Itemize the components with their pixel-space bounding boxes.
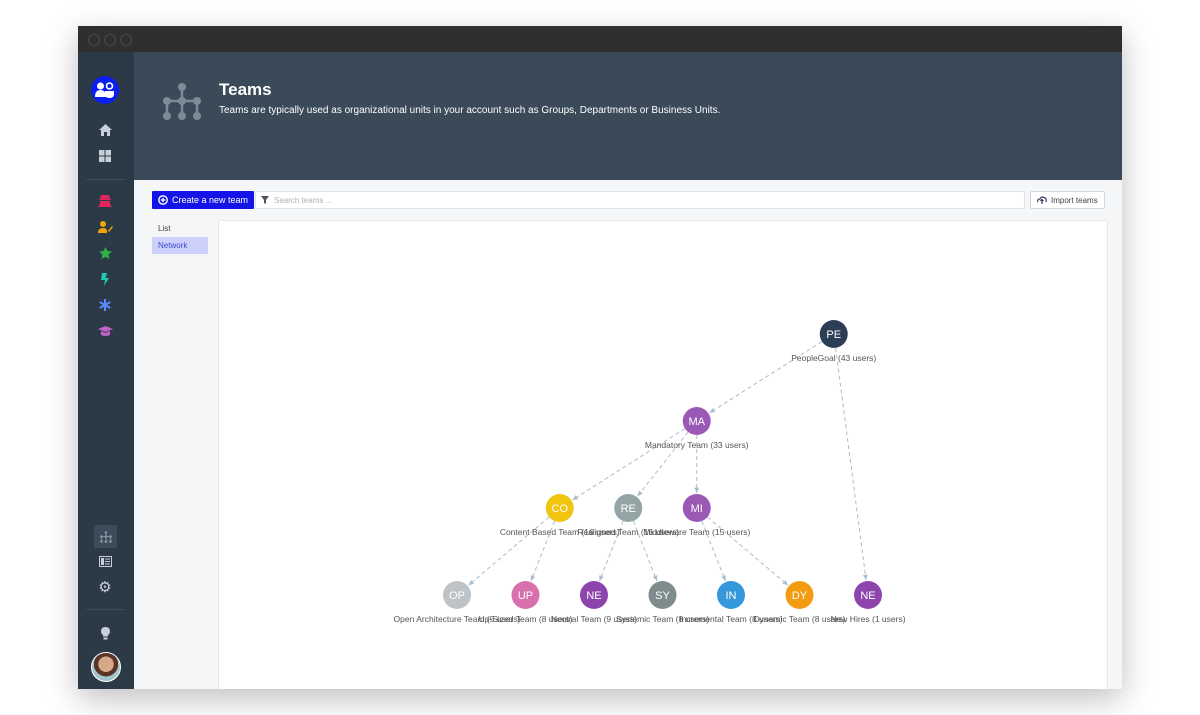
divider bbox=[86, 609, 126, 610]
close-window-button[interactable] bbox=[88, 34, 100, 46]
bolt-icon[interactable] bbox=[94, 268, 116, 290]
app-window: ⚙ Teams Teams are typically used as orga… bbox=[78, 26, 1122, 689]
team-node-label: New Hires (1 users) bbox=[830, 614, 905, 624]
team-node-ne2[interactable]: NE New Hires (1 users) bbox=[830, 581, 906, 624]
asterisk-icon[interactable] bbox=[94, 294, 116, 316]
main-content: Create a new team Search teams ... Impor… bbox=[134, 180, 1122, 689]
app-logo[interactable] bbox=[91, 76, 119, 104]
team-node-initials: MA bbox=[689, 416, 706, 428]
create-team-button[interactable]: Create a new team bbox=[152, 191, 255, 209]
team-node-initials: NE bbox=[586, 590, 601, 602]
divider bbox=[86, 179, 126, 180]
tab-list[interactable]: List bbox=[152, 220, 208, 237]
plus-circle-icon bbox=[158, 195, 168, 205]
search-placeholder: Search teams ... bbox=[274, 195, 333, 205]
filter-icon bbox=[261, 196, 269, 204]
minimize-window-button[interactable] bbox=[104, 34, 116, 46]
page-title: Teams bbox=[219, 80, 272, 99]
teams-org-icon bbox=[163, 83, 201, 120]
table-icon[interactable] bbox=[94, 550, 116, 572]
team-node-initials: NE bbox=[860, 590, 875, 602]
cloud-upload-icon bbox=[1037, 196, 1047, 204]
org-chart-icon[interactable] bbox=[94, 525, 117, 548]
title-bar bbox=[78, 26, 1122, 53]
graduation-cap-icon[interactable] bbox=[94, 320, 116, 342]
team-node-initials: IN bbox=[726, 590, 737, 602]
import-teams-button[interactable]: Import teams bbox=[1030, 191, 1105, 209]
maximize-window-button[interactable] bbox=[120, 34, 132, 46]
logo-icon bbox=[95, 82, 114, 98]
user-edit-icon[interactable] bbox=[94, 216, 116, 238]
dashboard-icon[interactable] bbox=[94, 145, 116, 167]
team-node-initials: MI bbox=[691, 503, 703, 515]
star-icon[interactable] bbox=[94, 242, 116, 264]
team-node-initials: RE bbox=[621, 503, 636, 515]
page-header: Teams Teams are typically used as organi… bbox=[134, 52, 1122, 180]
team-node-initials: UP bbox=[518, 590, 533, 602]
team-node-label: PeopleGoal (43 users) bbox=[791, 353, 876, 363]
import-teams-label: Import teams bbox=[1051, 195, 1098, 205]
team-node-initials: OP bbox=[449, 590, 465, 602]
create-team-label: Create a new team bbox=[172, 195, 249, 205]
team-node-initials: CO bbox=[552, 503, 569, 515]
lightbulb-icon[interactable] bbox=[94, 622, 116, 644]
network-canvas[interactable]: PE PeopleGoal (43 users) MA Mandatory Team … bbox=[218, 220, 1108, 689]
team-node-label: Middleware Team (15 users) bbox=[643, 527, 750, 537]
team-node-initials: DY bbox=[792, 590, 808, 602]
sidebar: ⚙ bbox=[78, 52, 134, 689]
user-avatar[interactable] bbox=[91, 652, 121, 682]
team-node-initials: SY bbox=[655, 590, 670, 602]
gear-icon[interactable]: ⚙ bbox=[94, 576, 116, 598]
search-teams-input[interactable]: Search teams ... bbox=[255, 191, 1025, 209]
team-node-mi[interactable]: MI Middleware Team (15 users) bbox=[643, 494, 750, 537]
edge-pe-ne2 bbox=[835, 347, 868, 581]
team-node-label: Mandatory Team (33 users) bbox=[645, 440, 749, 450]
team-node-initials: PE bbox=[826, 329, 841, 341]
team-network-graph[interactable]: PE PeopleGoal (43 users) MA Mandatory Team … bbox=[219, 221, 1107, 689]
team-node-pe[interactable]: PE PeopleGoal (43 users) bbox=[791, 320, 876, 363]
home-icon[interactable] bbox=[94, 119, 116, 141]
page-description: Teams are typically used as organization… bbox=[219, 105, 721, 116]
spy-icon[interactable] bbox=[94, 190, 116, 212]
team-node-ma[interactable]: MA Mandatory Team (33 users) bbox=[645, 407, 749, 450]
tab-network[interactable]: Network bbox=[152, 237, 208, 254]
